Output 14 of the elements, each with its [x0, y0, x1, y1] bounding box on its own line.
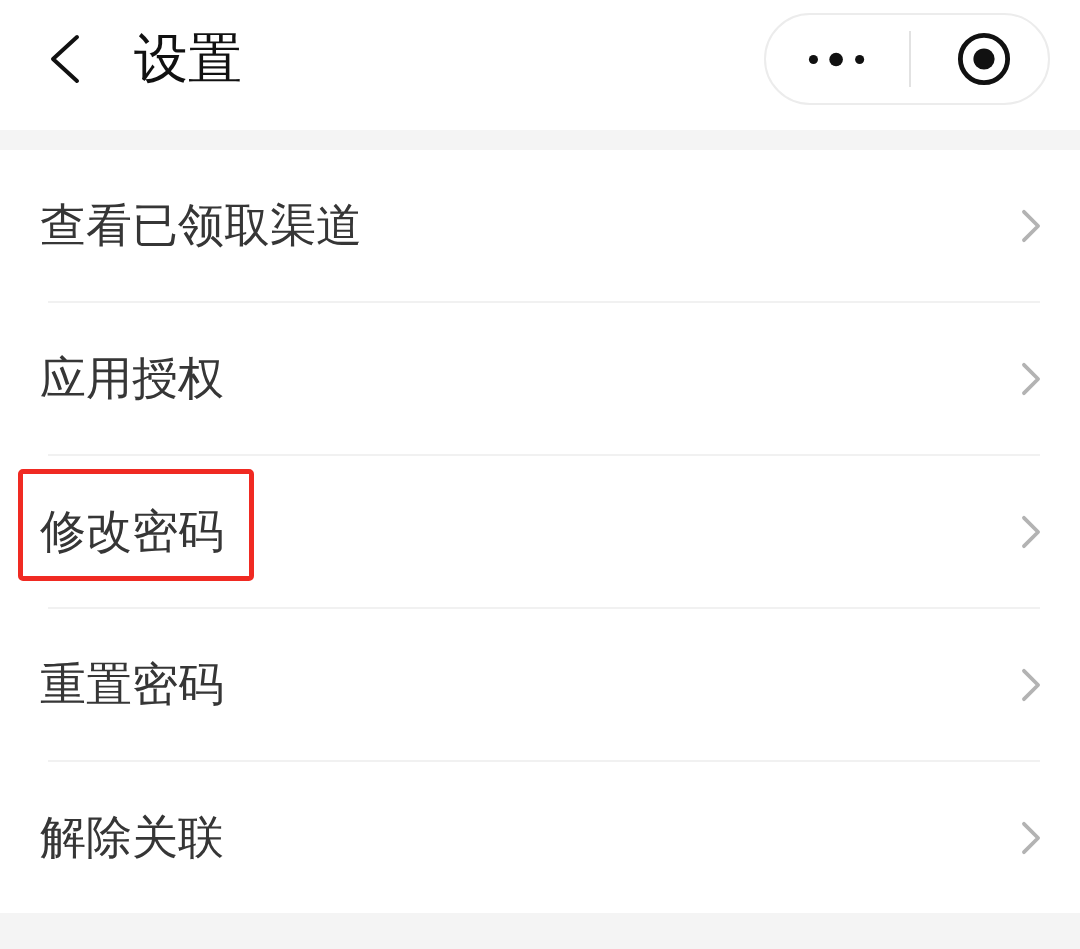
- circle-dot-icon[interactable]: [957, 32, 1011, 86]
- menu-item[interactable]: 查看已领取渠道: [0, 150, 1080, 301]
- menu-item[interactable]: 解除关联: [0, 762, 1080, 913]
- more-icon[interactable]: [808, 51, 866, 67]
- chevron-right-icon: [1021, 820, 1042, 855]
- chevron-right-icon: [1021, 361, 1042, 396]
- menu-item[interactable]: 修改密码: [0, 456, 1080, 607]
- menu-item[interactable]: 重置密码: [0, 609, 1080, 760]
- chevron-right-icon: [1021, 667, 1042, 702]
- page-title: 设置: [134, 26, 242, 92]
- back-icon[interactable]: [48, 34, 80, 84]
- chevron-right-icon: [1021, 514, 1042, 549]
- menu-item[interactable]: 应用授权: [0, 303, 1080, 454]
- chevron-right-icon: [1021, 208, 1042, 243]
